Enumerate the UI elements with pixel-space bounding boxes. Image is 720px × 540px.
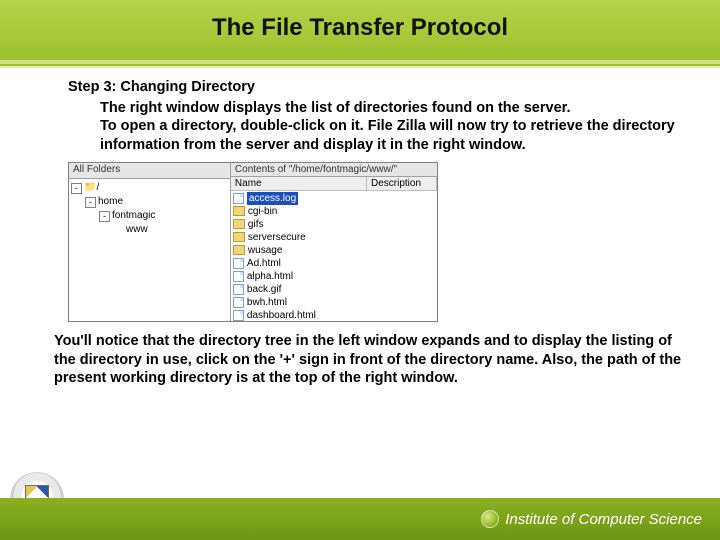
list-item[interactable]: access.log: [233, 192, 435, 205]
expand-icon[interactable]: -: [71, 183, 82, 194]
file-icon: [233, 271, 244, 282]
tree-node-home[interactable]: - home: [71, 195, 228, 209]
list-item[interactable]: bwh.html: [233, 296, 435, 309]
tree-label: /: [96, 181, 99, 195]
content-area: Step 3: Changing Directory The right win…: [68, 78, 692, 388]
list-item-label: alpha.html: [247, 270, 293, 283]
list-item[interactable]: cgi-bin: [233, 205, 435, 218]
list-item-label: Ad.html: [247, 257, 281, 270]
list-item[interactable]: gifs: [233, 218, 435, 231]
list-item-label: gifs: [248, 218, 264, 231]
file-list: access.logcgi-bingifsserversecurewusageA…: [231, 191, 437, 321]
institute-label: Institute of Computer Science: [481, 510, 702, 528]
folder-icon: 📁: [84, 181, 96, 195]
file-icon: [233, 284, 244, 295]
file-icon: [233, 297, 244, 308]
file-icon: [233, 310, 244, 321]
footer-band: Institute of Computer Science: [0, 498, 720, 540]
list-item[interactable]: alpha.html: [233, 270, 435, 283]
paragraph-1b: To open a directory, double-click on it.…: [68, 117, 692, 154]
tree-label: fontmagic: [112, 209, 155, 223]
tree-label: home: [98, 195, 123, 209]
tree-label: www: [126, 223, 148, 237]
right-pane-title: Contents of "/home/fontmagic/www/": [231, 163, 437, 177]
globe-icon: [481, 510, 499, 528]
column-headers: Name Description: [231, 177, 437, 191]
list-item[interactable]: back.gif: [233, 283, 435, 296]
left-pane-title: All Folders: [69, 163, 230, 179]
file-icon: [233, 258, 244, 269]
tree-node-www[interactable]: www: [71, 223, 228, 237]
paragraph-1a: The right window displays the list of di…: [68, 99, 692, 118]
filezilla-screenshot: All Folders - 📁 / - home - fontmagic: [68, 162, 438, 322]
list-item-label: dashboard.html: [247, 309, 316, 321]
list-item[interactable]: dashboard.html: [233, 309, 435, 321]
paragraph-2: You'll notice that the directory tree in…: [54, 332, 682, 388]
list-item-label: back.gif: [247, 283, 281, 296]
folder-icon: [233, 219, 245, 229]
file-icon: [233, 193, 244, 204]
right-pane: Contents of "/home/fontmagic/www/" Name …: [231, 163, 437, 321]
list-item[interactable]: wusage: [233, 244, 435, 257]
folder-icon: [233, 232, 245, 242]
list-item-label: access.log: [247, 192, 298, 205]
col-name[interactable]: Name: [231, 177, 367, 190]
header-band-accent: [0, 60, 720, 64]
list-item-label: bwh.html: [247, 296, 287, 309]
list-item-label: cgi-bin: [248, 205, 277, 218]
institute-text: Institute of Computer Science: [505, 511, 702, 528]
folder-icon: [233, 245, 245, 255]
list-item[interactable]: serversecure: [233, 231, 435, 244]
list-item-label: serversecure: [248, 231, 306, 244]
col-desc[interactable]: Description: [367, 177, 437, 190]
directory-tree: - 📁 / - home - fontmagic www: [69, 179, 230, 239]
left-pane: All Folders - 📁 / - home - fontmagic: [69, 163, 231, 321]
tree-node-fontmagic[interactable]: - fontmagic: [71, 209, 228, 223]
step-heading: Step 3: Changing Directory: [68, 78, 692, 97]
page-title: The File Transfer Protocol: [0, 14, 720, 42]
expand-icon[interactable]: -: [85, 197, 96, 208]
list-item[interactable]: Ad.html: [233, 257, 435, 270]
list-item-label: wusage: [248, 244, 282, 257]
expand-icon[interactable]: -: [99, 211, 110, 222]
folder-icon: [233, 206, 245, 216]
tree-root[interactable]: - 📁 /: [71, 181, 228, 195]
